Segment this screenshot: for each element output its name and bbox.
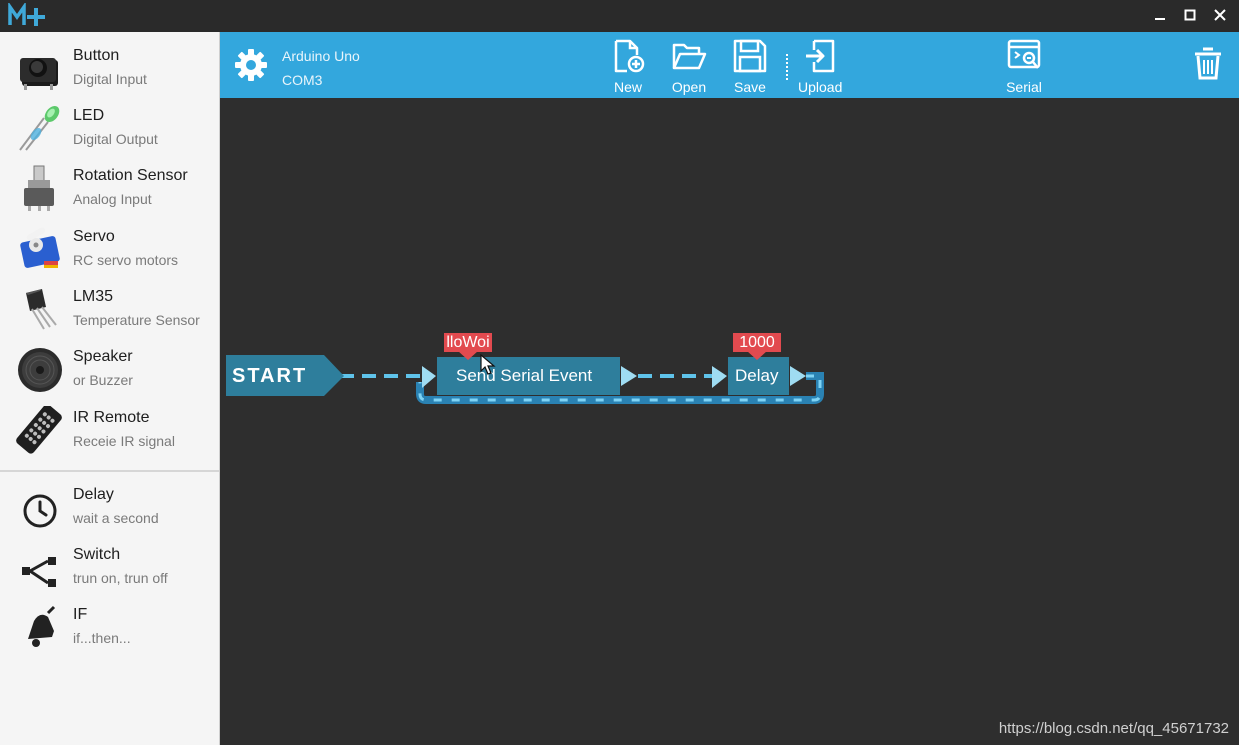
app-window: Button Digital Input LED Digital Output … [0,0,1239,745]
settings-gear-icon[interactable] [234,48,268,82]
palette-item-desc: or Buzzer [73,372,133,388]
palette-item-desc: Temperature Sensor [73,312,200,328]
palette-item-name: Speaker [73,348,133,365]
close-button[interactable] [1207,4,1233,26]
serial-output-port [621,366,637,386]
palette-item-name: Servo [73,228,115,245]
flow-canvas[interactable]: START Send Serial Event Delay lloWoi 100… [220,98,1239,745]
palette-item-name: IF [73,606,88,623]
port-name[interactable]: COM3 [282,72,322,88]
palette-item-delay[interactable]: Delay wait a second [0,475,219,535]
serial-input-port [422,366,436,388]
palette-item-speaker[interactable]: Speaker or Buzzer [0,337,219,397]
title-bar [0,0,1239,32]
palette-item-desc: RC servo motors [73,252,179,268]
new-button[interactable]: New [610,38,646,96]
potentiometer-icon [24,165,54,211]
serial-param-tag[interactable]: lloWoi [444,333,492,352]
led-icon [19,106,60,151]
palette-item-servo[interactable]: Servo RC servo motors [0,217,219,277]
start-label: START [232,365,308,387]
upload-label: Upload [798,79,843,95]
main-toolbar: Arduino Uno COM3 New Open Save Upload Se… [220,32,1239,98]
palette-item-desc: Analog Input [73,191,152,207]
switch-branch-icon [22,557,56,587]
open-label: Open [671,79,707,95]
palette-item-name: Delay [73,486,114,503]
serial-monitor-icon [1007,39,1041,69]
new-label: New [613,79,642,95]
clock-icon [23,494,57,528]
speaker-icon [18,348,62,392]
bell-icon [28,605,56,647]
palette-item-name: LM35 [73,288,114,305]
palette-item-led[interactable]: LED Digital Output [0,96,219,156]
palette-divider [0,470,219,472]
open-button[interactable]: Open [671,38,707,96]
palette-item-name: Button [73,47,120,64]
palette-item-desc: Receie IR signal [73,433,175,449]
maximize-button[interactable] [1177,4,1203,26]
toolbar-separator [786,54,788,80]
palette-item-name: Rotation Sensor [73,167,188,184]
maximize-icon [1184,9,1196,21]
servo-icon [20,227,60,268]
lm35-icon [26,289,57,330]
folder-open-icon [672,43,707,70]
minimize-button[interactable] [1147,4,1173,26]
delay-param-tag[interactable]: 1000 [733,333,781,352]
delay-block-label: Delay [735,366,779,385]
palette-item-rotation-sensor[interactable]: Rotation Sensor Analog Input [0,156,219,216]
minimize-icon [1155,18,1165,20]
serial-monitor-button[interactable]: Serial [1006,38,1042,96]
close-icon [1214,9,1226,21]
palette-item-desc: trun on, trun off [73,570,168,586]
palette-item-if[interactable]: IF if...then... [0,595,219,655]
new-file-icon [614,39,645,73]
palette-item-name: LED [73,107,105,124]
mouse-cursor-icon [480,354,496,375]
palette-item-lm35[interactable]: LM35 Temperature Sensor [0,277,219,337]
palette-item-desc: Digital Input [73,71,147,87]
save-button[interactable]: Save [732,38,768,96]
palette-item-switch[interactable]: Switch trun on, trun off [0,535,219,595]
upload-arrow-icon [806,39,835,73]
palette-item-ir-remote[interactable]: IR Remote Receie IR signal [0,398,219,458]
serial-label: Serial [1006,79,1042,95]
board-name[interactable]: Arduino Uno [282,48,360,64]
upload-button[interactable]: Upload [798,38,842,96]
delay-input-port [712,366,727,388]
palette-item-name: IR Remote [73,409,150,426]
component-palette: Button Digital Input LED Digital Output … [0,32,220,745]
palette-item-desc: wait a second [73,510,159,526]
palette-item-name: Switch [73,546,121,563]
window-controls [1147,4,1233,26]
floppy-disk-icon [733,39,767,73]
trash-icon[interactable] [1193,46,1223,80]
flow-graph [226,351,824,404]
delay-output-port [790,366,806,386]
save-label: Save [734,79,766,95]
send-serial-event-label: Send Serial Event [456,366,593,385]
ir-remote-icon [16,406,62,454]
palette-item-desc: if...then... [73,630,131,646]
app-logo [8,3,45,26]
push-button-icon [20,58,58,90]
palette-item-button[interactable]: Button Digital Input [0,36,219,96]
watermark-url: https://blog.csdn.net/qq_45671732 [998,720,1229,737]
palette-item-desc: Digital Output [73,131,158,147]
